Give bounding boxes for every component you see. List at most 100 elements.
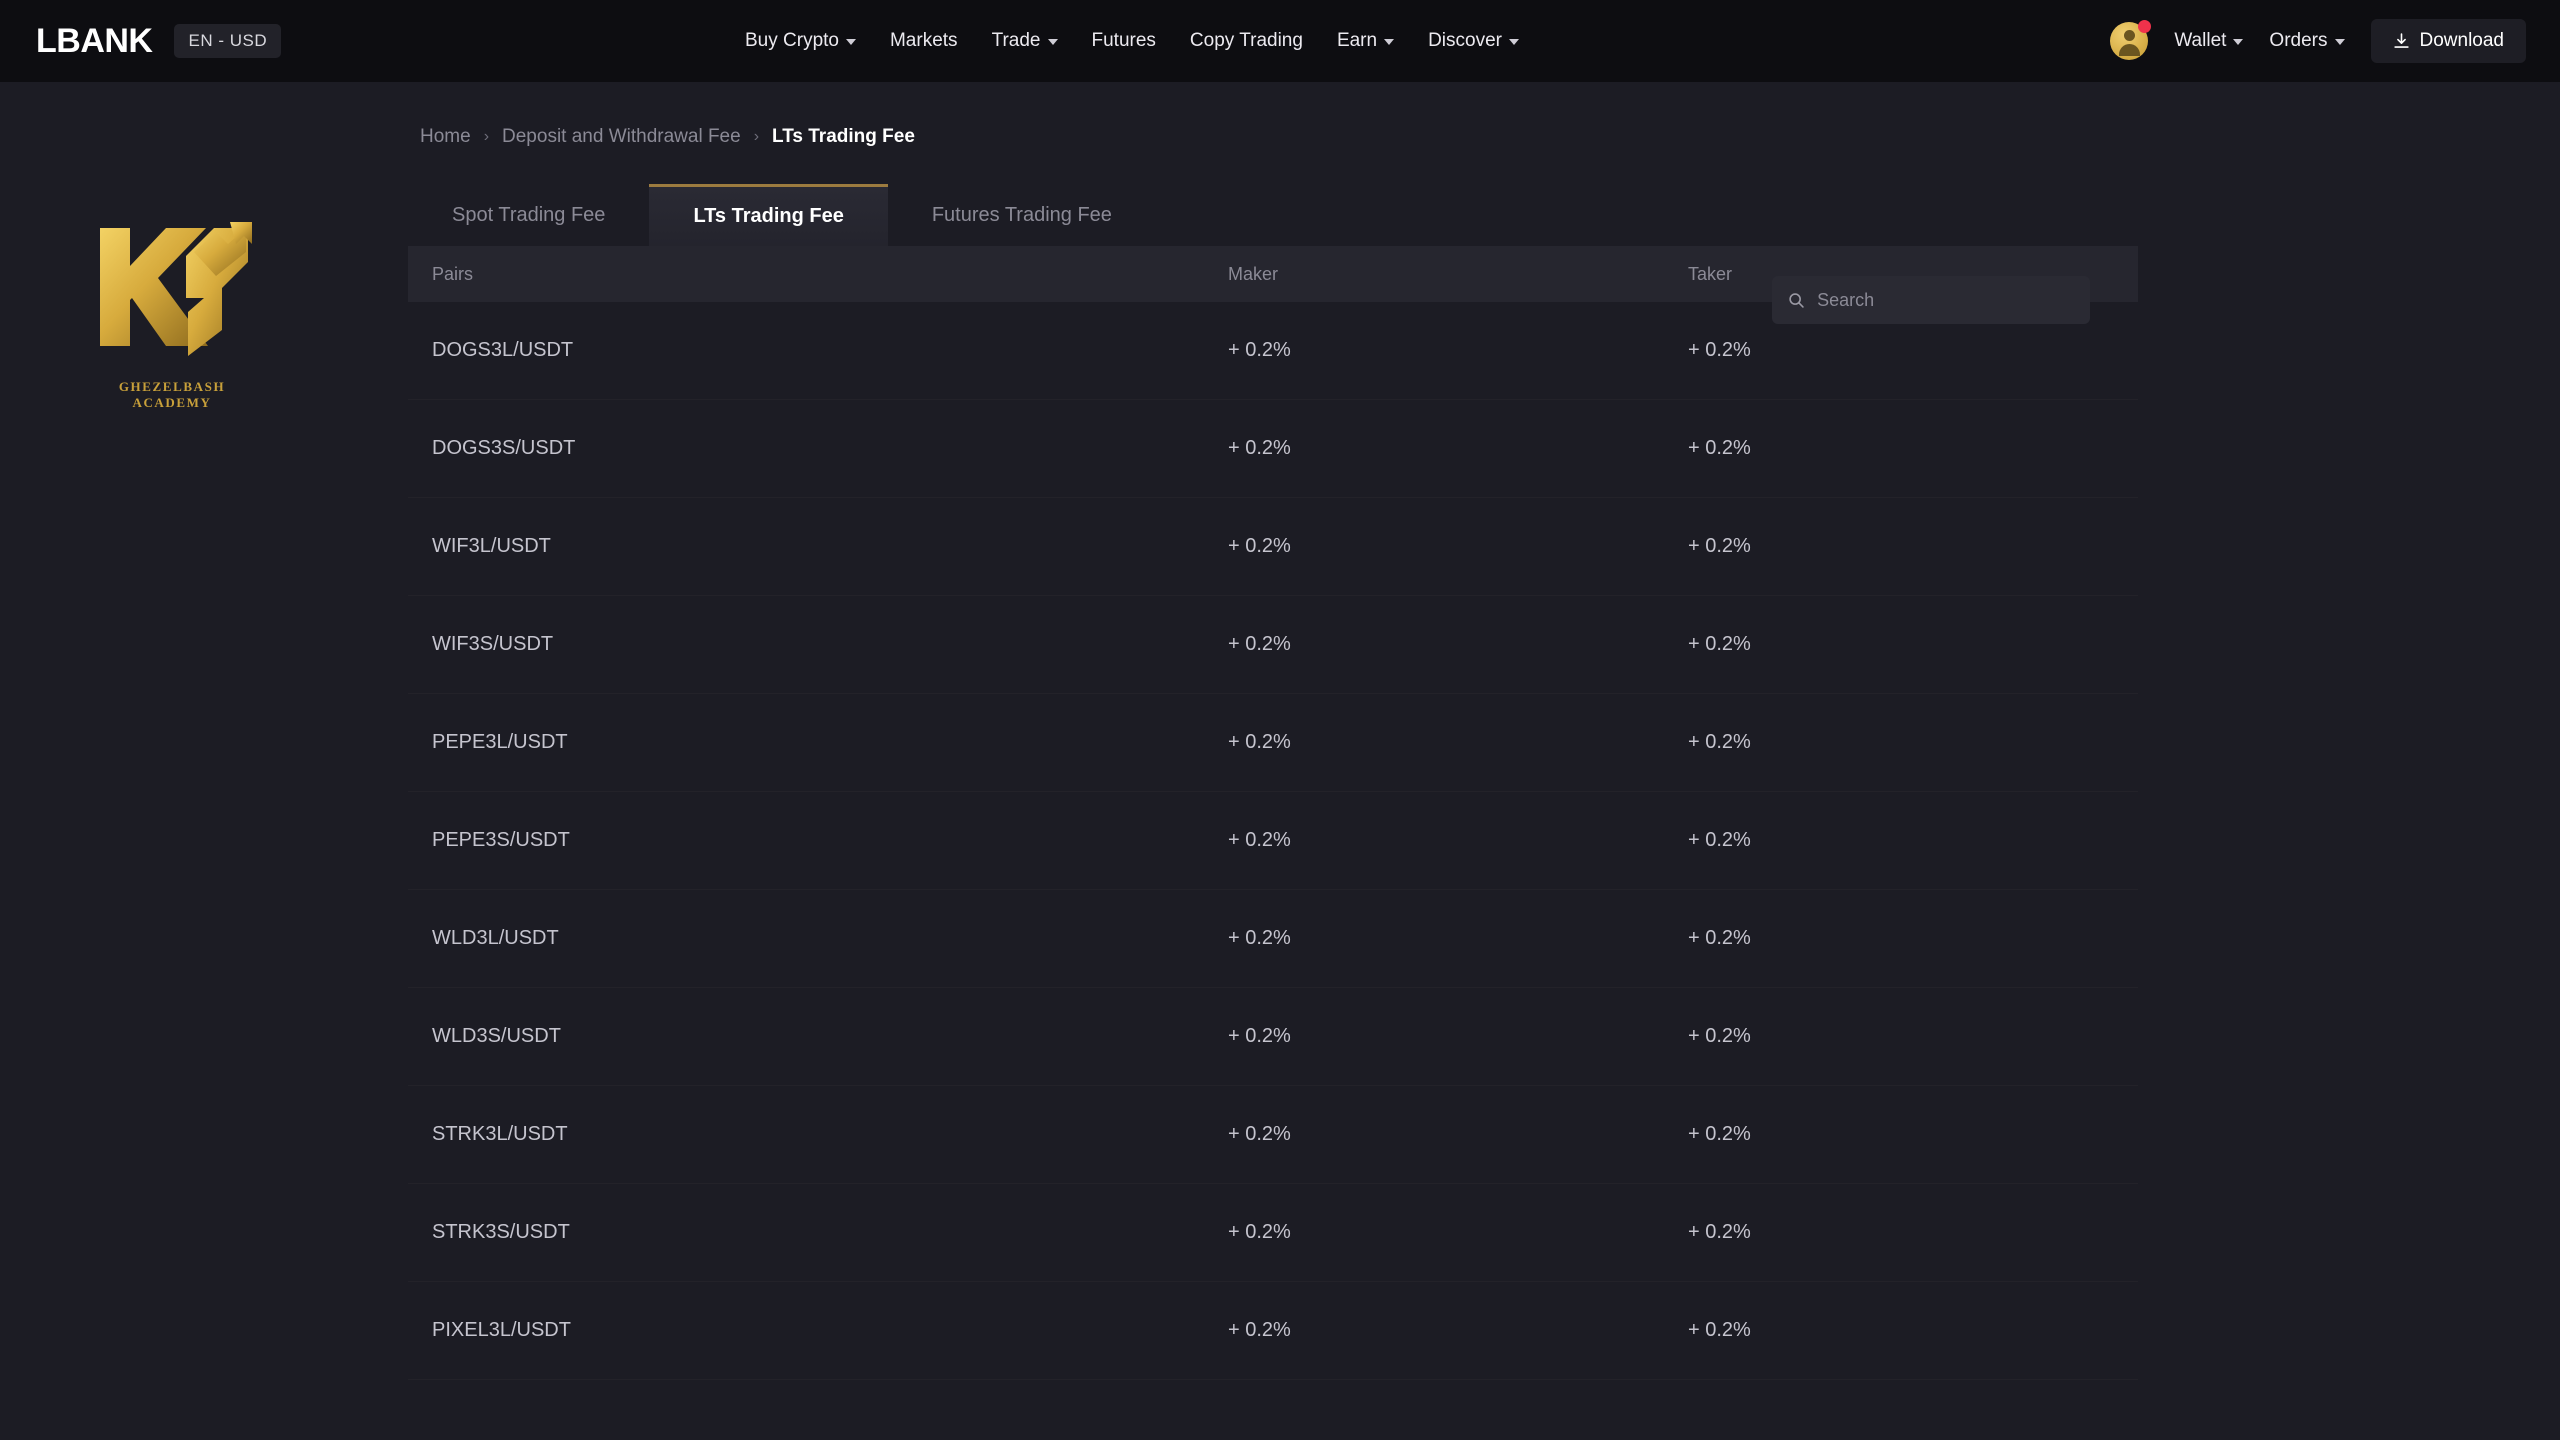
page-body: GHEZELBASH ACADEMY Home › Deposit and Wi… bbox=[0, 82, 2560, 1440]
cell-pair: PIXEL3L/USDT bbox=[432, 1319, 571, 1341]
table-body: DOGS3L/USDT + 0.2% + 0.2% DOGS3S/USDT + 0.2%… bbox=[408, 302, 2138, 1380]
cell-pair: WLD3S/USDT bbox=[432, 1025, 561, 1047]
chevron-down-icon bbox=[2233, 39, 2244, 45]
table-row: WLD3S/USDT + 0.2% + 0.2% bbox=[408, 988, 2138, 1086]
cell-pair: DOGS3L/USDT bbox=[432, 339, 574, 361]
table-row: WIF3L/USDT + 0.2% + 0.2% bbox=[408, 498, 2138, 596]
cell-taker: + 0.2% bbox=[1688, 1025, 1751, 1047]
nav-label: Futures bbox=[1091, 30, 1156, 51]
cell-pair: WLD3L/USDT bbox=[432, 927, 559, 949]
chevron-down-icon bbox=[1047, 39, 1058, 45]
chevron-down-icon bbox=[845, 39, 856, 45]
nav-item-markets[interactable]: Markets bbox=[890, 30, 958, 52]
nav-item-wallet[interactable]: Wallet bbox=[2174, 30, 2244, 52]
cell-maker: + 0.2% bbox=[1228, 731, 1291, 753]
nav-label: Trade bbox=[991, 30, 1041, 51]
cell-maker: + 0.2% bbox=[1228, 927, 1291, 949]
cell-taker: + 0.2% bbox=[1688, 633, 1751, 655]
table-row: WIF3S/USDT + 0.2% + 0.2% bbox=[408, 596, 2138, 694]
cell-pair: STRK3S/USDT bbox=[432, 1221, 570, 1243]
cell-maker: + 0.2% bbox=[1228, 1123, 1291, 1145]
nav-label: Discover bbox=[1428, 30, 1502, 51]
cell-taker: + 0.2% bbox=[1688, 437, 1751, 459]
user-actions: Wallet Orders Download bbox=[2110, 0, 2526, 82]
cell-taker: + 0.2% bbox=[1688, 731, 1751, 753]
notification-badge-dot bbox=[2138, 20, 2152, 33]
table-row: PEPE3L/USDT + 0.2% + 0.2% bbox=[408, 694, 2138, 792]
cell-taker: + 0.2% bbox=[1688, 535, 1751, 557]
cell-maker: + 0.2% bbox=[1228, 535, 1291, 557]
nav-label: Earn bbox=[1336, 30, 1378, 51]
tab-lts-trading-fee[interactable]: LTs Trading Fee bbox=[649, 184, 888, 246]
kg-monogram-icon bbox=[100, 222, 252, 356]
watermark-logo: GHEZELBASH ACADEMY bbox=[82, 212, 262, 411]
nav-item-buy-crypto[interactable]: Buy Crypto bbox=[745, 30, 856, 52]
watermark-subtitle: GHEZELBASH ACADEMY bbox=[118, 379, 226, 410]
cell-pair: DOGS3S/USDT bbox=[432, 437, 576, 459]
cell-pair: STRK3L/USDT bbox=[432, 1123, 568, 1145]
tab-futures-trading-fee[interactable]: Futures Trading Fee bbox=[888, 184, 1156, 246]
nav-item-futures[interactable]: Futures bbox=[1092, 30, 1156, 52]
breadcrumb-current: LTs Trading Fee bbox=[772, 126, 915, 147]
cell-maker: + 0.2% bbox=[1228, 339, 1291, 361]
chevron-down-icon bbox=[1384, 39, 1395, 45]
nav-item-copy-trading[interactable]: Copy Trading bbox=[1190, 30, 1303, 52]
cell-maker: + 0.2% bbox=[1228, 829, 1291, 851]
cell-taker: + 0.2% bbox=[1688, 1221, 1751, 1243]
cell-pair: PEPE3S/USDT bbox=[432, 829, 570, 851]
cell-taker: + 0.2% bbox=[1688, 927, 1751, 949]
nav-item-earn[interactable]: Earn bbox=[1336, 30, 1395, 52]
nav-item-trade[interactable]: Trade bbox=[992, 30, 1058, 52]
nav-label: Markets bbox=[889, 30, 958, 51]
search-input[interactable] bbox=[1817, 289, 2074, 311]
cell-maker: + 0.2% bbox=[1228, 633, 1291, 655]
nav-label: Buy Crypto bbox=[745, 30, 839, 51]
download-button[interactable]: Download bbox=[2370, 19, 2526, 63]
table-row: STRK3L/USDT + 0.2% + 0.2% bbox=[408, 1086, 2138, 1184]
main-navigation: Buy Crypto Markets Trade Futures Copy Tr… bbox=[745, 0, 1519, 82]
nav-item-discover[interactable]: Discover bbox=[1428, 30, 1519, 52]
chevron-down-icon bbox=[1508, 39, 1519, 45]
brand-zone: LBANK EN - USD bbox=[0, 22, 282, 61]
table-row: WLD3L/USDT + 0.2% + 0.2% bbox=[408, 890, 2138, 988]
cell-taker: + 0.2% bbox=[1688, 1123, 1751, 1145]
search-icon bbox=[1789, 292, 1804, 308]
nav-label: Copy Trading bbox=[1189, 30, 1303, 51]
column-header-maker: Maker bbox=[1228, 263, 1279, 284]
column-header-pairs: Pairs bbox=[432, 263, 474, 284]
lbank-logo[interactable]: LBANK bbox=[36, 22, 153, 61]
cell-maker: + 0.2% bbox=[1228, 1221, 1291, 1243]
nav-item-orders[interactable]: Orders bbox=[2269, 30, 2345, 52]
cell-pair: PEPE3L/USDT bbox=[432, 731, 568, 753]
cell-maker: + 0.2% bbox=[1228, 1025, 1291, 1047]
breadcrumb-home[interactable]: Home bbox=[420, 126, 471, 148]
table-row: PIXEL3L/USDT + 0.2% + 0.2% bbox=[408, 1282, 2138, 1380]
orders-label: Orders bbox=[2269, 30, 2328, 51]
tab-bar: Spot Trading Fee LTs Trading Fee Futures… bbox=[408, 184, 2138, 246]
content-column: Home › Deposit and Withdrawal Fee › LTs … bbox=[408, 82, 2138, 1380]
language-currency-selector[interactable]: EN - USD bbox=[174, 24, 282, 58]
cell-taker: + 0.2% bbox=[1688, 339, 1751, 361]
table-row: DOGS3S/USDT + 0.2% + 0.2% bbox=[408, 400, 2138, 498]
table-row: PEPE3S/USDT + 0.2% + 0.2% bbox=[408, 792, 2138, 890]
breadcrumb: Home › Deposit and Withdrawal Fee › LTs … bbox=[408, 82, 2138, 148]
top-navigation-bar: LBANK EN - USD Buy Crypto Markets Trade … bbox=[0, 0, 2560, 82]
chevron-down-icon bbox=[2334, 39, 2345, 45]
cell-maker: + 0.2% bbox=[1228, 1319, 1291, 1341]
breadcrumb-parent[interactable]: Deposit and Withdrawal Fee bbox=[502, 126, 741, 148]
tab-spot-trading-fee[interactable]: Spot Trading Fee bbox=[408, 184, 649, 246]
cell-pair: WIF3S/USDT bbox=[432, 633, 554, 655]
breadcrumb-separator-icon: › bbox=[753, 128, 760, 145]
table-row: STRK3S/USDT + 0.2% + 0.2% bbox=[408, 1184, 2138, 1282]
cell-maker: + 0.2% bbox=[1228, 437, 1291, 459]
fee-table: Pairs Maker Taker DOGS3L/USDT + 0.2% + 0.2… bbox=[408, 246, 2138, 1380]
download-label: Download bbox=[2419, 30, 2505, 51]
cell-taker: + 0.2% bbox=[1688, 829, 1751, 851]
download-icon bbox=[2393, 32, 2409, 48]
wallet-label: Wallet bbox=[2174, 30, 2227, 51]
search-box[interactable] bbox=[1772, 276, 2090, 324]
breadcrumb-separator-icon: › bbox=[483, 128, 490, 145]
cell-taker: + 0.2% bbox=[1688, 1319, 1751, 1341]
cell-pair: WIF3L/USDT bbox=[432, 535, 551, 557]
avatar[interactable] bbox=[2110, 20, 2152, 60]
